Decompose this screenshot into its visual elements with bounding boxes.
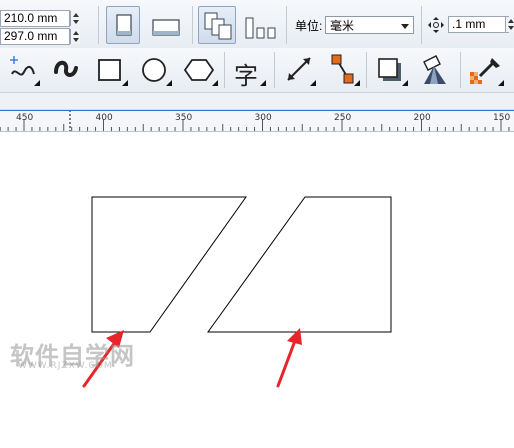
toolbar-separator [460, 52, 461, 88]
toolbar-separator [98, 6, 99, 44]
red-arrow-right [276, 328, 302, 388]
ruler-tick-label: 400 [96, 113, 113, 123]
freehand-tool[interactable] [4, 52, 42, 88]
toolbar-separator [286, 6, 287, 44]
flyout-icon [166, 80, 172, 86]
flyout-icon [212, 80, 218, 86]
flyout-icon [260, 80, 266, 86]
chevron-down-icon [401, 24, 409, 29]
toolbar-separator [224, 52, 225, 88]
dimension-tool[interactable] [280, 52, 318, 88]
nudge-icon [428, 17, 444, 33]
toolbox: 字 [0, 48, 514, 93]
text-tool[interactable]: 字 [228, 52, 268, 90]
landscape-icon [152, 19, 180, 36]
ellipse-tool[interactable] [136, 52, 174, 88]
ruler-tick-label: 250 [334, 113, 351, 123]
flyout-icon [310, 80, 316, 86]
flyout-icon [354, 80, 360, 86]
toolbar-separator [192, 6, 193, 44]
portrait-button[interactable] [106, 6, 140, 44]
canvas-shapes [82, 196, 392, 388]
toolbar-separator [274, 52, 275, 88]
units-label: 单位: [295, 19, 323, 33]
toolbar-separator [421, 6, 422, 44]
current-page-icon [245, 17, 276, 39]
flyout-icon [498, 80, 504, 86]
toolbar-separator [366, 52, 367, 88]
property-bar: 210.0 mm 297.0 mm 单位: 毫米 .1 mm [0, 0, 514, 49]
page-height-spinner[interactable] [70, 29, 80, 44]
page-height-field[interactable]: 297.0 mm [0, 28, 70, 45]
all-pages-button[interactable] [198, 6, 236, 44]
ruler-tick-label: 350 [175, 113, 192, 123]
drawing-canvas[interactable]: 软件自学网 WWW.RJZXW.COM [0, 132, 514, 448]
transparency-icon [423, 55, 446, 84]
flyout-icon [122, 80, 128, 86]
horizontal-ruler[interactable]: 450 400 350 300 250 200 150 [0, 110, 514, 132]
all-pages-icon [204, 12, 232, 40]
flyout-icon [402, 80, 408, 86]
landscape-button[interactable] [148, 6, 184, 44]
flyout-icon [34, 80, 40, 86]
rectangle-tool[interactable] [92, 52, 130, 88]
nudge-distance-field[interactable]: .1 mm [448, 16, 509, 33]
ruler-tick-label: 450 [16, 113, 33, 123]
watermark-url: WWW.RJZXW.COM [18, 361, 113, 371]
drop-shadow-tool[interactable] [370, 52, 410, 88]
ruler-tick-label: 200 [414, 113, 431, 123]
ruler-tick-label: 150 [493, 113, 510, 123]
artistic-media-tool[interactable] [48, 52, 86, 88]
ruler-ticks: 450 400 350 300 250 200 150 [0, 110, 510, 131]
connector-tool[interactable] [324, 52, 362, 88]
polygon-tool[interactable] [180, 52, 220, 88]
portrait-icon [116, 14, 132, 36]
toolbar-spacer [0, 93, 514, 110]
ruler-top-border [0, 110, 514, 111]
right-trapezoid-shape[interactable] [207, 196, 392, 333]
text-tool-glyph: 字 [234, 62, 258, 90]
page-width-field[interactable]: 210.0 mm [0, 10, 70, 27]
page-width-spinner[interactable] [70, 11, 80, 26]
units-select-value: 毫米 [330, 19, 355, 33]
current-page-button[interactable] [242, 6, 280, 44]
artistic-media-icon [54, 60, 78, 77]
transparency-tool[interactable] [416, 52, 456, 88]
ruler-tick-label: 300 [255, 113, 272, 123]
units-select[interactable]: 毫米 [325, 16, 414, 34]
eyedropper-tool[interactable] [466, 52, 506, 88]
nudge-distance-spinner[interactable] [505, 17, 514, 32]
